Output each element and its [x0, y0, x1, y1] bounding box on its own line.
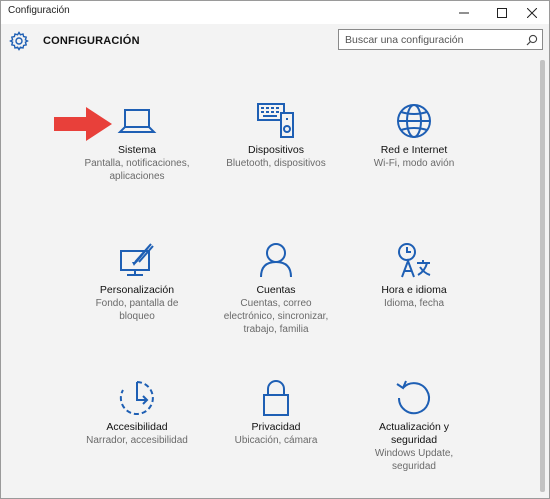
laptop-icon — [117, 109, 157, 133]
title-bar[interactable]: Configuración — [1, 1, 549, 24]
maximize-button[interactable] — [485, 1, 519, 24]
search-input[interactable]: Buscar una configuración — [338, 29, 543, 50]
lock-icon — [263, 380, 289, 416]
update-icon — [396, 380, 430, 415]
tile-red-e-internet[interactable]: Red e Internet Wi-Fi, modo avión — [332, 101, 496, 211]
tile-name: Red e Internet — [380, 144, 448, 156]
annotation-arrow-icon — [54, 107, 112, 141]
devices-icon — [257, 103, 294, 138]
ease-of-access-icon — [119, 381, 154, 415]
settings-header: CONFIGURACIÓN Buscar una configuración — [1, 24, 549, 58]
globe-icon — [397, 104, 431, 138]
time-language-icon — [398, 243, 431, 278]
page-title: CONFIGURACIÓN — [43, 35, 140, 47]
maximize-icon — [497, 7, 507, 18]
personalization-icon — [120, 243, 154, 276]
tile-description: Wi-Fi, modo avión — [373, 158, 455, 169]
tile-description: Windows Update, seguridad — [374, 448, 454, 472]
person-icon — [260, 243, 292, 278]
tile-name: Hora e idioma — [381, 284, 447, 296]
close-button[interactable] — [515, 1, 549, 24]
tile-actualizacion-y-seguridad[interactable]: Actualización y seguridad Windows Update… — [332, 378, 496, 488]
tile-name: Actualización y seguridad — [378, 421, 450, 446]
search-icon[interactable] — [526, 34, 538, 46]
minimize-button[interactable] — [447, 1, 481, 24]
settings-window: Configuración CONFIGURACIÓN Buscar una c… — [0, 0, 550, 499]
search-placeholder: Buscar una configuración — [345, 34, 464, 46]
tile-hora-e-idioma[interactable]: Hora e idioma Idioma, fecha — [332, 241, 496, 351]
tile-description: Idioma, fecha — [383, 298, 445, 309]
minimize-icon — [459, 12, 469, 13]
scrollbar[interactable] — [540, 60, 545, 492]
window-title: Configuración — [8, 5, 70, 16]
close-icon — [527, 7, 537, 18]
gear-icon — [9, 31, 29, 51]
